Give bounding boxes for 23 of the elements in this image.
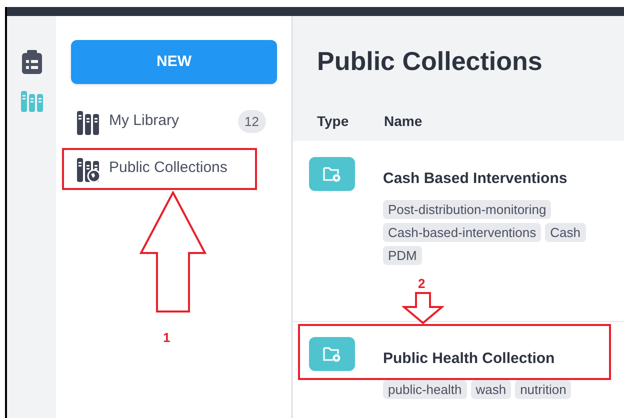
arrow (402, 292, 444, 324)
step-number: 2 (418, 275, 426, 293)
tag: wash (470, 380, 512, 398)
count-badge: 12 (238, 110, 266, 134)
books-icon (77, 108, 101, 134)
tag: nutrition (515, 380, 572, 398)
collection-name[interactable]: Public Health Collection (383, 348, 603, 370)
books-globe-icon (77, 156, 101, 182)
tag: Post-distribution-monitoring (383, 200, 552, 218)
sidebar-item[interactable]: My Library (109, 110, 180, 133)
column-header: Name (384, 112, 422, 131)
column-header: Type (317, 112, 350, 131)
step-number: 1 (163, 329, 170, 347)
tag: Cash (545, 222, 586, 242)
shared-folder-icon (309, 157, 355, 191)
collection-name[interactable]: Cash Based Interventions (383, 168, 603, 190)
clipboard-list-icon[interactable] (20, 50, 42, 74)
tag: public-health (383, 380, 467, 398)
shared-folder-icon (309, 337, 355, 371)
page-title: Public Collections (317, 45, 544, 78)
tag: Cash-based-interventions (383, 222, 542, 242)
sidebar-item[interactable]: Public Collections (109, 157, 228, 180)
tag: PDM (383, 246, 422, 264)
